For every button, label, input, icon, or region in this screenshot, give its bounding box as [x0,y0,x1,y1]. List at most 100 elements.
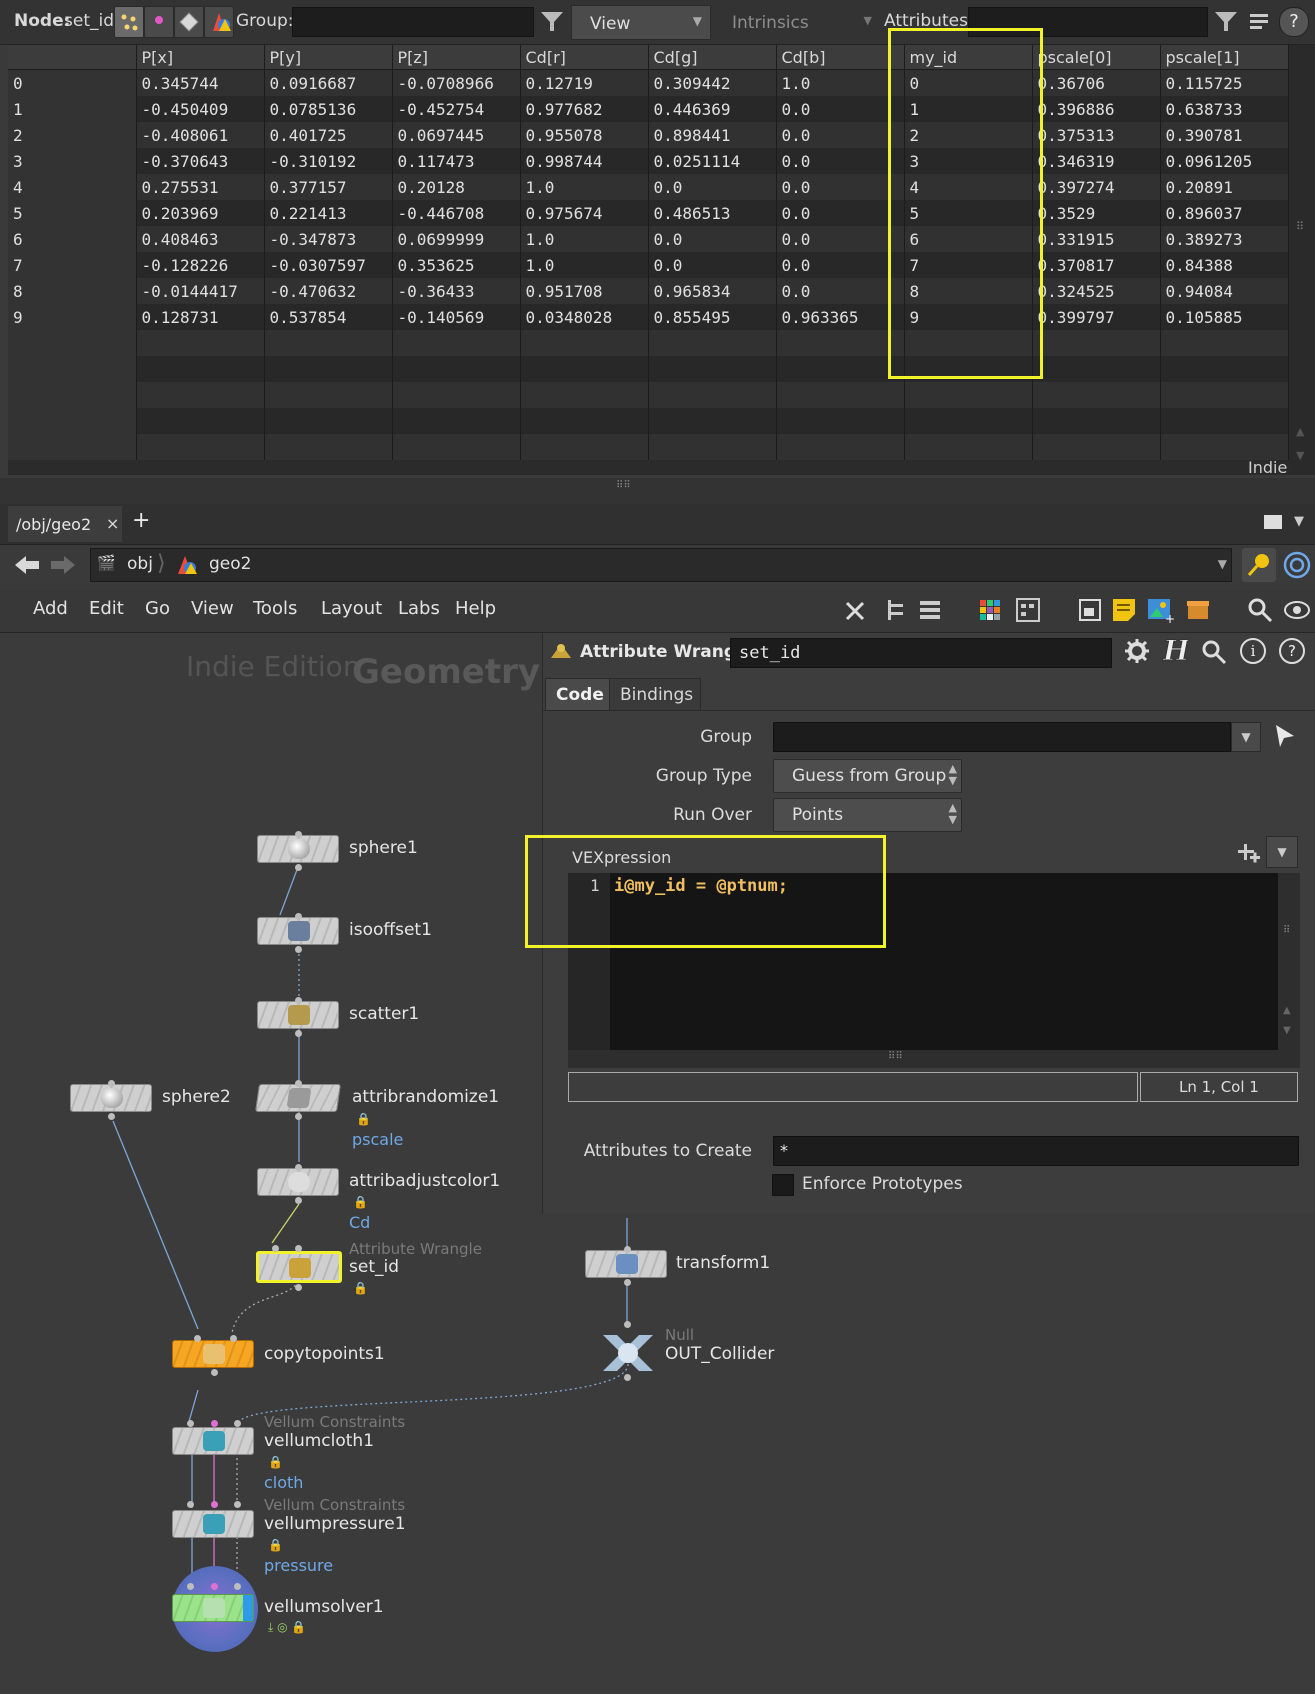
column-header[interactable]: pscale[1] [1160,45,1289,70]
menu-add[interactable]: Add [33,598,68,619]
column-header[interactable]: pscale[0] [1032,45,1161,70]
group-param-input[interactable] [773,722,1231,752]
node-sphere1[interactable] [257,835,339,863]
node-sphere2[interactable] [70,1084,152,1112]
visibility-button[interactable] [1282,596,1312,624]
node-transform1[interactable] [585,1250,667,1278]
node-isooffset1[interactable] [257,917,339,945]
options-menu-button[interactable] [1246,8,1272,34]
menu-tools[interactable]: Tools [253,598,297,619]
pane-splitter[interactable]: ⠿⠿ [0,478,1315,504]
node-scatter1[interactable] [257,1001,339,1029]
column-header[interactable]: P[y] [264,45,393,70]
column-header[interactable]: Cd[b] [776,45,905,70]
houdini-help-button[interactable]: H [1160,634,1192,668]
run-over-dropdown[interactable]: Points ▲ ▼ [773,798,962,832]
color-palette-button[interactable] [976,596,1004,624]
vex-create-spare-button[interactable] [1234,840,1262,868]
tab-code[interactable]: Code [545,678,611,711]
path-breadcrumb[interactable]: 🎬 obj ⟩ geo2 ▼ [90,548,1232,582]
node-set-id[interactable] [256,1251,342,1283]
close-icon[interactable]: × [106,514,119,533]
table-row[interactable] [8,356,1289,382]
detail-mode-button[interactable] [204,6,234,38]
group-dropdown-button[interactable]: ▼ [1231,722,1261,752]
table-row[interactable]: 5 0.203969 0.221413 -0.446708 0.975674 0.4865… [8,200,1289,226]
breadcrumb-geo2[interactable]: geo2 [209,554,251,574]
sticky-note-button[interactable] [1110,596,1138,624]
vertices-mode-button[interactable] [144,6,174,38]
group-select-arrow-button[interactable] [1270,722,1298,750]
background-image-button[interactable]: + [1146,596,1175,626]
list-view-button[interactable] [916,596,944,624]
points-mode-button[interactable] [114,6,144,38]
table-row[interactable]: 0 0.345744 0.0916687 -0.0708966 0.12719 0.309… [8,69,1289,96]
network-box-button[interactable] [1076,596,1104,624]
table-row[interactable]: 9 0.128731 0.537854 -0.140569 0.0348028 0.855… [8,304,1289,330]
column-header[interactable] [8,45,137,70]
chevron-down-icon[interactable]: ▼ [1294,514,1304,529]
back-button[interactable] [12,552,42,578]
node-attribadjustcolor1[interactable] [257,1168,339,1196]
shape-palette-button[interactable] [1014,596,1042,624]
menu-go[interactable]: Go [145,598,170,619]
tab-obj-geo2[interactable]: /obj/geo2 × [8,506,122,542]
table-row[interactable]: 6 0.408463 -0.347873 0.0699999 1.0 0.0 0.0 6 0.3… [8,226,1289,252]
vex-scrollbar[interactable]: ⠿ ▲ ▼ [1278,873,1300,1050]
tree-view-button[interactable] [882,596,910,624]
breadcrumb-obj[interactable]: obj [127,554,153,574]
enforce-prototypes-checkbox[interactable] [772,1174,794,1196]
tools-button[interactable] [842,596,870,624]
column-header[interactable]: P[z] [392,45,521,70]
param-search-button[interactable] [1200,638,1228,666]
vex-menu-button[interactable]: ▼ [1266,836,1298,868]
help-icon[interactable]: ? [1279,638,1305,664]
search-button[interactable] [1246,596,1274,624]
attributes-to-create-input[interactable]: * [773,1136,1299,1166]
table-row[interactable] [8,408,1289,434]
forward-button[interactable] [48,552,78,578]
table-row[interactable]: 1 -0.450409 0.0785136 -0.452754 0.977682 0.44… [8,96,1289,122]
table-row[interactable]: 4 0.275531 0.377157 0.20128 1.0 0.0 0.0 4 0.3972… [8,174,1289,200]
group-filter-funnel-button[interactable] [536,6,568,36]
node-vellumpressure1[interactable] [172,1510,254,1538]
maximize-pane-icon[interactable] [1264,515,1282,529]
view-dropdown[interactable]: View ▼ [571,5,711,40]
help-button[interactable]: ? [1279,7,1309,37]
node-out-collider[interactable] [597,1331,659,1377]
table-row[interactable]: 2 -0.408061 0.401725 0.0697445 0.955078 0.898… [8,122,1289,148]
node-vellumcloth1[interactable] [172,1427,254,1455]
group-filter-input[interactable] [292,7,534,37]
table-row[interactable]: 8 -0.0144417 -0.470632 -0.36433 0.951708 0.96… [8,278,1289,304]
menu-edit[interactable]: Edit [89,598,124,619]
gear-button[interactable] [1122,636,1152,666]
intrinsics-dropdown[interactable]: Intrinsics ▼ [716,5,876,38]
display-flag[interactable] [243,1595,253,1621]
tab-bindings[interactable]: Bindings [609,678,701,711]
menu-view[interactable]: View [191,598,234,619]
column-header[interactable]: Cd[g] [648,45,777,70]
menu-labs[interactable]: Labs [398,598,440,619]
asset-button[interactable] [1184,596,1212,624]
chevron-down-icon[interactable]: ▼ [1218,557,1227,571]
node-attribrandomize1[interactable] [255,1084,341,1112]
table-row[interactable]: 7 -0.128226 -0.0307597 0.353625 1.0 0.0 0.0 7 0.… [8,252,1289,278]
primitives-mode-button[interactable] [174,6,204,38]
table-row[interactable]: 3 -0.370643 -0.310192 0.117473 0.998744 0.025… [8,148,1289,174]
node-copytopoints1[interactable] [172,1340,254,1368]
vex-resize-handle[interactable]: ⠿⠿ [568,1050,1300,1068]
column-header[interactable]: Cd[r] [520,45,649,70]
node-name-field[interactable]: set_id [730,638,1112,668]
info-icon[interactable]: i [1240,638,1266,664]
column-header[interactable]: P[x] [136,45,265,70]
attributes-filter-funnel-button[interactable] [1210,6,1242,36]
table-row[interactable] [8,330,1289,356]
group-type-dropdown[interactable]: Guess from Group ▲ ▼ [773,759,962,793]
menu-help[interactable]: Help [455,598,496,619]
network-view-button[interactable] [1280,548,1314,582]
table-row[interactable] [8,382,1289,408]
node-vellumsolver1[interactable] [172,1594,254,1622]
pin-button[interactable] [1242,548,1276,582]
menu-layout[interactable]: Layout [321,598,382,619]
table-row[interactable] [8,434,1289,460]
